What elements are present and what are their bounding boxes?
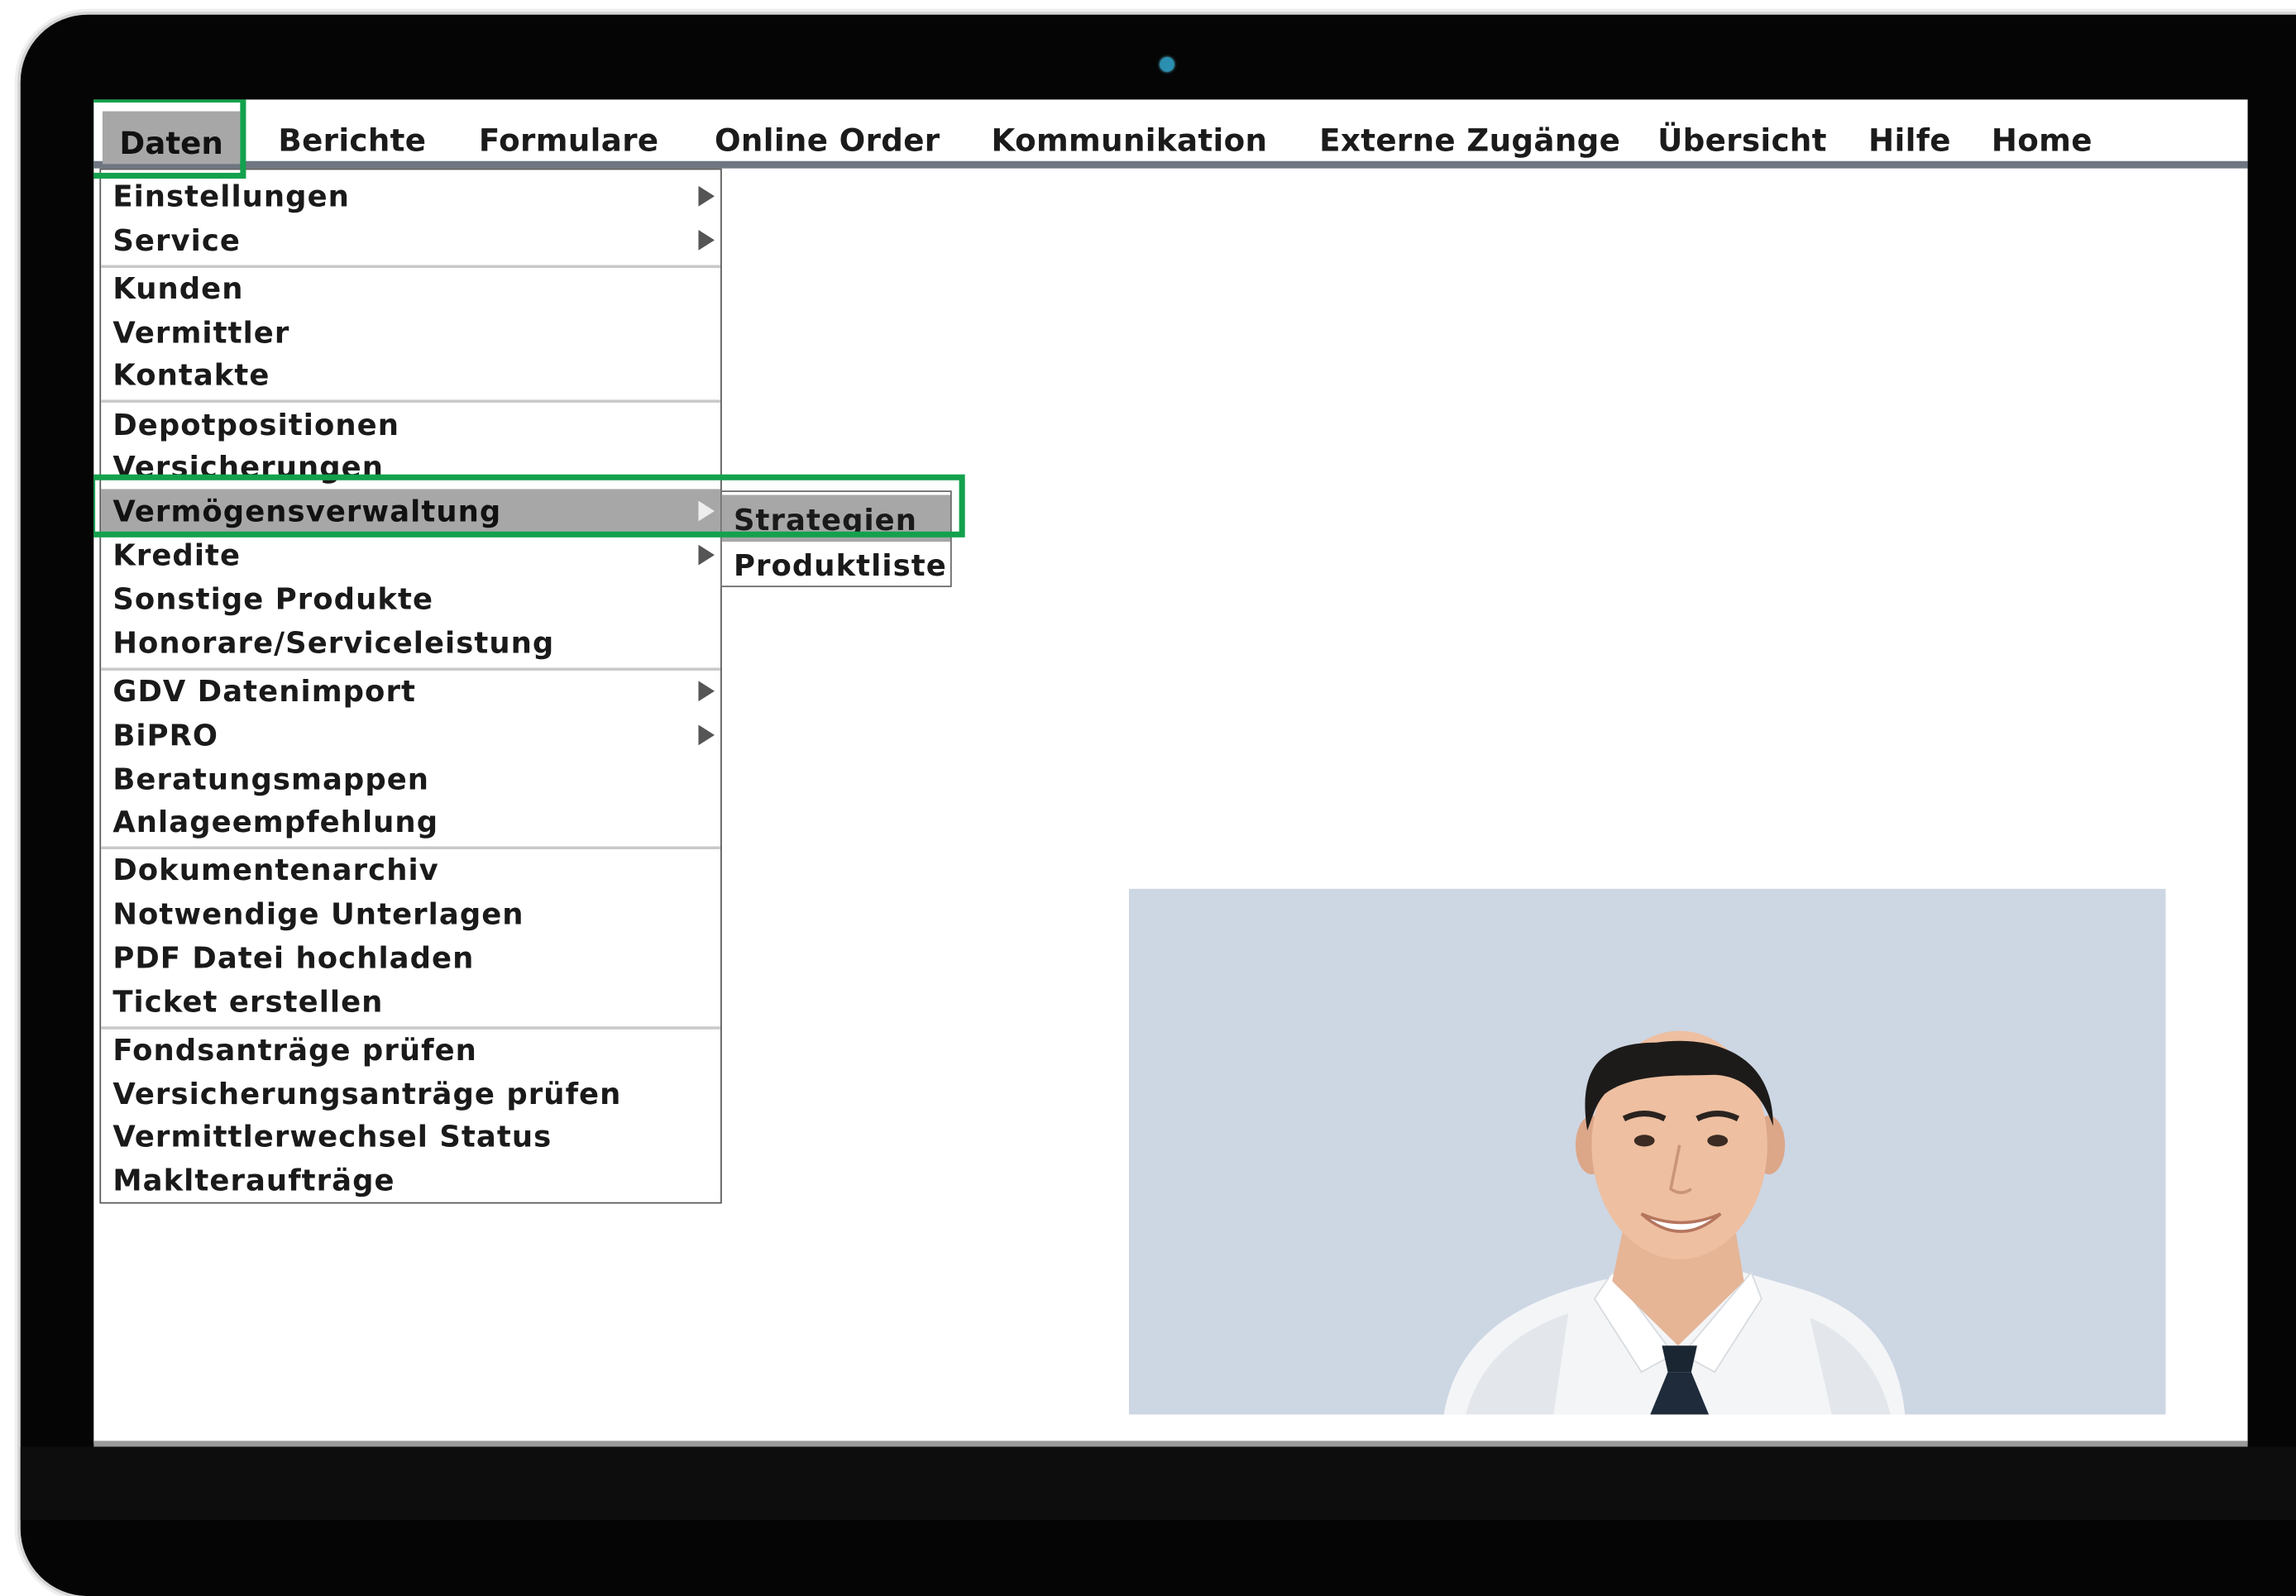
menu-item-label: Kredite — [112, 537, 242, 573]
menu-item-label: Einstellungen — [112, 179, 350, 214]
menu-item-gdv-datenimport[interactable]: GDV Datenimport — [101, 669, 720, 713]
menu-item-label: Notwendige Unterlagen — [112, 896, 524, 932]
submenu-arrow-icon — [698, 185, 715, 207]
menu-item-label: Service — [112, 222, 241, 258]
menu-item-label: Vermittler — [112, 314, 290, 351]
menu-item-label: PDF Datei hochladen — [112, 939, 475, 976]
menu-item-label: Maklteraufträge — [112, 1162, 395, 1198]
menu-item-kunden[interactable]: Kunden — [101, 266, 720, 310]
submenu-arrow-icon — [698, 544, 715, 566]
app-screen: Daten Berichte Formulare Online Order Ko… — [93, 99, 2248, 1444]
menu-item-bipro[interactable]: BiPRO — [101, 713, 720, 757]
submenu-arrow-icon — [698, 681, 715, 702]
menu-item-label: Vermittlerwechsel Status — [112, 1118, 552, 1154]
menu-item-kredite[interactable]: Kredite — [101, 533, 720, 577]
main-menubar: Daten Berichte Formulare Online Order Ko… — [93, 99, 2248, 169]
menu-item-label: Depotpositionen — [112, 407, 399, 442]
menu-uebersicht[interactable]: Übersicht — [1657, 112, 1827, 158]
menu-berichte[interactable]: Berichte — [278, 112, 426, 158]
menu-item-label: Fondsanträge prüfen — [112, 1032, 477, 1068]
menu-item-label: Sonstige Produkte — [112, 581, 434, 617]
menu-item-service[interactable]: Service — [101, 218, 720, 262]
highlight-daten — [93, 99, 246, 179]
menu-item-label: Ticket erstellen — [112, 983, 384, 1020]
screen-edge — [93, 1441, 2248, 1447]
menu-item-depotpositionen[interactable]: Depotpositionen — [101, 403, 720, 447]
menu-hilfe[interactable]: Hilfe — [1868, 112, 1951, 158]
menu-item-anlageempfehlung[interactable]: Anlageempfehlung — [101, 800, 720, 843]
menu-item-vermittler[interactable]: Vermittler — [101, 310, 720, 354]
menu-item-label: Kunden — [112, 270, 244, 307]
menu-item-versicherungsantraege[interactable]: Versicherungsanträge prüfen — [101, 1072, 720, 1116]
menu-item-sonstige-produkte[interactable]: Sonstige Produkte — [101, 577, 720, 621]
businessman-photo — [1443, 1030, 1906, 1415]
menu-item-pdf-hochladen[interactable]: PDF Datei hochladen — [101, 935, 720, 979]
menu-item-label: GDV Datenimport — [112, 673, 416, 710]
menu-item-maklerauftraege[interactable]: Maklteraufträge — [101, 1159, 720, 1202]
menu-item-label: Versicherungsanträge prüfen — [112, 1076, 622, 1111]
menu-item-honorare[interactable]: Honorare/Serviceleistung — [101, 621, 720, 665]
menu-item-vermittlerwechsel[interactable]: Vermittlerwechsel Status — [101, 1115, 720, 1159]
menu-item-label: Kontakte — [112, 357, 270, 393]
menu-kommunikation[interactable]: Kommunikation — [992, 112, 1268, 158]
laptop-mockup: Daten Berichte Formulare Online Order Ko… — [0, 0, 2296, 1596]
submenu-arrow-icon — [698, 229, 715, 251]
submenu-arrow-icon — [698, 724, 715, 746]
menu-item-beratungsmappen[interactable]: Beratungsmappen — [101, 757, 720, 800]
submenu-item-produktliste[interactable]: Produktliste — [722, 540, 950, 587]
menu-item-einstellungen[interactable]: Einstellungen — [101, 174, 720, 218]
menu-formulare[interactable]: Formulare — [479, 112, 659, 158]
menu-item-fondsantraege[interactable]: Fondsanträge prüfen — [101, 1028, 720, 1072]
menu-item-label: Beratungsmappen — [112, 761, 430, 797]
menu-item-dokumentenarchiv[interactable]: Dokumentenarchiv — [101, 848, 720, 891]
menu-item-label: Honorare/Serviceleistung — [112, 625, 555, 661]
hero-photo — [1128, 888, 2166, 1415]
webcam-icon — [1160, 57, 1174, 72]
highlight-vermoegensverwaltung-strategien — [93, 474, 965, 538]
menu-item-label: BiPRO — [112, 717, 219, 753]
menu-item-label: Anlageempfehlung — [112, 804, 439, 839]
menu-online-order[interactable]: Online Order — [715, 112, 940, 158]
menu-home[interactable]: Home — [1992, 112, 2093, 158]
menu-item-label: Dokumentenarchiv — [112, 852, 439, 888]
daten-dropdown-menu: Einstellungen Service Kunden Vermittler … — [99, 168, 722, 1204]
menu-item-ticket-erstellen[interactable]: Ticket erstellen — [101, 980, 720, 1024]
menu-item-notwendige-unterlagen[interactable]: Notwendige Unterlagen — [101, 891, 720, 935]
menu-externe-zugaenge[interactable]: Externe Zugänge — [1319, 112, 1620, 158]
menu-item-kontakte[interactable]: Kontakte — [101, 353, 720, 397]
laptop-base — [20, 1446, 2296, 1520]
